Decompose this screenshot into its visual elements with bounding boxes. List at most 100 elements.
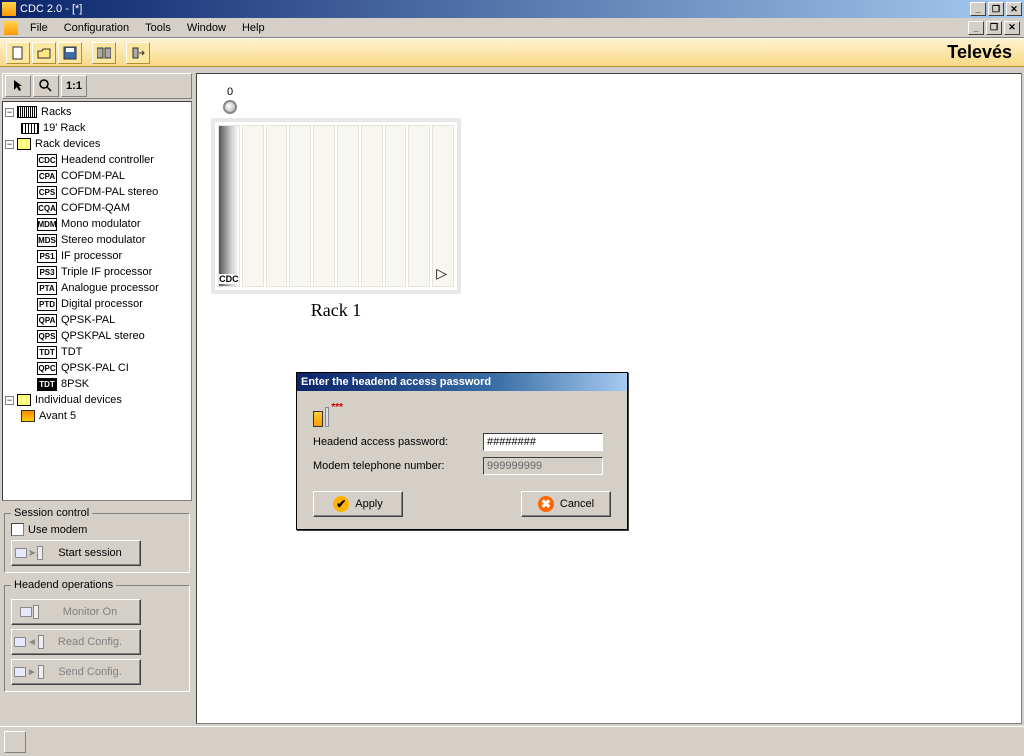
tb-devices-icon[interactable] [92,42,116,64]
tree-device-item[interactable]: CPACOFDM-PAL [5,168,189,184]
use-modem-checkbox[interactable]: Use modem [11,523,183,536]
avant-label: Avant 5 [39,410,76,422]
tb-new-icon[interactable] [6,42,30,64]
device-label: 8PSK [61,378,89,390]
mdi-minimize-button[interactable]: _ [968,21,984,35]
tb-connect-icon[interactable] [126,42,150,64]
tree-node-19rack[interactable]: 19' Rack [5,120,189,136]
device-type-icon: TDT [37,346,57,359]
tree-device-item[interactable]: TDT TDT [5,344,189,360]
device-type-icon: MDS [37,234,57,247]
app-icon [2,2,16,16]
brand-logo: Televés [947,42,1012,63]
tree-device-item[interactable]: MDSStereo modulator [5,232,189,248]
tree-device-item[interactable]: QPAQPSK-PAL [5,312,189,328]
tb-open-icon[interactable] [32,42,56,64]
device-type-icon: PTA [37,282,57,295]
restore-button[interactable]: ❐ [988,2,1004,16]
rack-next-icon[interactable]: ▷ [436,265,447,282]
menu-window[interactable]: Window [179,20,234,36]
tree-node-rack-devices[interactable]: − Rack devices [5,136,189,152]
rack-icon [17,106,37,118]
device-type-icon: PS1 [37,250,57,263]
minimize-button[interactable]: _ [970,2,986,16]
titlebar: CDC 2.0 - [*] _ ❐ ✕ [0,0,1024,18]
tree-device-item[interactable]: CDCHeadend controller [5,152,189,168]
tree-device-item[interactable]: PTDDigital processor [5,296,189,312]
mdi-restore-button[interactable]: ❐ [986,21,1002,35]
check-icon: ✔ [333,496,349,512]
tree-device-item[interactable]: PS3Triple IF processor [5,264,189,280]
rack-slot[interactable] [408,125,430,287]
rack-icon [21,123,39,134]
zoom-1-1-button[interactable]: 1:1 [61,75,87,97]
password-input[interactable] [483,433,603,451]
tree-node-avant5[interactable]: Avant 5 [5,408,189,424]
tree-device-item[interactable]: QPCQPSK-PAL CI [5,360,189,376]
menu-configuration[interactable]: Configuration [56,20,137,36]
device-type-icon: PTD [37,298,57,311]
password-dialog: Enter the headend access password *** He… [296,372,628,530]
racks-label: Racks [41,106,72,118]
rack-slot[interactable] [385,125,407,287]
tree-device-item[interactable]: CQA COFDM-QAM [5,200,189,216]
rack-slot[interactable] [289,125,311,287]
tree-device-item[interactable]: TDT 8PSK [5,376,189,392]
tree-device-item[interactable]: PTA Analogue processor [5,280,189,296]
tree-device-item[interactable]: CPSCOFDM-PAL stereo [5,184,189,200]
rack-box[interactable]: ▷ [211,118,461,294]
task-item[interactable] [4,731,26,753]
menu-tools[interactable]: Tools [137,20,179,36]
tb-save-icon[interactable] [58,42,82,64]
headend-operations-group: Headend operations Monitor On ◄ Read Con… [4,579,190,692]
rack-slot[interactable] [361,125,383,287]
rack-devices-label: Rack devices [35,138,100,150]
rack-slot[interactable] [242,125,264,287]
device-label: TDT [61,346,82,358]
cancel-button[interactable]: ✖ Cancel [521,491,611,517]
close-button[interactable]: ✕ [1006,2,1022,16]
tree-device-item[interactable]: PS1IF processor [5,248,189,264]
window-buttons: _ ❐ ✕ [970,2,1022,16]
pointer-icon[interactable] [5,75,31,97]
collapse-icon[interactable]: − [5,140,14,149]
read-config-button[interactable]: ◄ Read Config. [11,629,141,655]
device-label: COFDM-PAL [61,170,125,182]
tree-node-racks[interactable]: − Racks [5,104,189,120]
rack-knob-icon[interactable] [223,100,237,114]
window-title: CDC 2.0 - [*] [20,3,82,15]
mdi-icon [4,21,18,35]
cancel-icon: ✖ [538,496,554,512]
device-label: Analogue processor [61,282,159,294]
device-label: QPSK-PAL [61,314,115,326]
send-config-button[interactable]: ► Send Config. [11,659,141,685]
zoom-icon[interactable] [33,75,59,97]
device-label: COFDM-QAM [61,202,130,214]
tree-device-item[interactable]: MDMMono modulator [5,216,189,232]
mdi-close-button[interactable]: ✕ [1004,21,1020,35]
rack-slot[interactable] [337,125,359,287]
tree-device-item[interactable]: QPSQPSKPAL stereo [5,328,189,344]
collapse-icon[interactable]: − [5,108,14,117]
use-modem-label: Use modem [28,524,87,536]
menu-file[interactable]: File [22,20,56,36]
rack-slot[interactable] [266,125,288,287]
collapse-icon[interactable]: − [5,396,14,405]
rack19-label: 19' Rack [43,122,85,134]
monitor-icon [18,603,40,621]
tree-node-individual[interactable]: − Individual devices [5,392,189,408]
device-tree[interactable]: − Racks 19' Rack − Rack devices CDCHeade… [2,101,192,501]
monitor-on-button[interactable]: Monitor On [11,599,141,625]
monitor-label: Monitor On [46,606,134,618]
rack-slot-0[interactable] [218,125,240,287]
left-pane: 1:1 − Racks 19' Rack − Rack devices CDCH… [2,73,192,724]
device-type-icon: CQA [37,202,57,215]
apply-button[interactable]: ✔ Apply [313,491,403,517]
rack-slot[interactable] [313,125,335,287]
start-session-button[interactable]: ➤ Start session [11,540,141,566]
rack-slot[interactable] [432,125,454,287]
device-type-icon: TDT [37,378,57,391]
cancel-label: Cancel [560,498,594,510]
read-label: Read Config. [46,636,134,648]
menu-help[interactable]: Help [234,20,273,36]
